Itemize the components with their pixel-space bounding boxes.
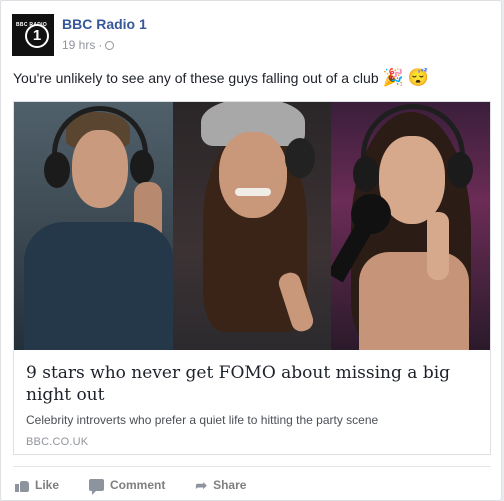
- link-preview[interactable]: 9 stars who never get FOMO about missing…: [13, 101, 491, 455]
- share-arrow-icon: ➦: [195, 477, 208, 493]
- link-headline[interactable]: 9 stars who never get FOMO about missing…: [26, 362, 478, 406]
- post-meta: 19 hrs ·: [62, 38, 115, 52]
- page-name-link[interactable]: BBC Radio 1: [62, 16, 147, 32]
- comment-label: Comment: [110, 478, 166, 492]
- link-description: Celebrity introverts who prefer a quiet …: [26, 413, 379, 427]
- facebook-post-card: BBC RADIO 1 BBC Radio 1 19 hrs · You're …: [0, 0, 502, 501]
- post-header: BBC RADIO 1 BBC Radio 1 19 hrs ·: [12, 14, 492, 58]
- link-preview-text[interactable]: 9 stars who never get FOMO about missing…: [14, 350, 490, 454]
- page-avatar[interactable]: BBC RADIO 1: [12, 14, 54, 56]
- photo-woman-in-beanie: [173, 102, 331, 350]
- sleeping-face-emoji: 😴: [407, 68, 429, 87]
- actions-divider: [13, 466, 491, 467]
- meta-separator: ·: [98, 38, 103, 52]
- globe-icon: [105, 40, 115, 50]
- post-timestamp[interactable]: 19 hrs: [62, 38, 95, 52]
- comment-bubble-icon: [89, 479, 105, 495]
- share-label: Share: [213, 478, 247, 492]
- avatar-number: 1: [32, 27, 42, 44]
- post-message: You're unlikely to see any of these guys…: [13, 69, 493, 87]
- party-popper-emoji: 🎉: [382, 68, 404, 87]
- link-preview-image[interactable]: [14, 102, 490, 350]
- photo-man-with-headphones: [14, 102, 173, 350]
- like-button[interactable]: Like: [15, 475, 59, 495]
- like-label: Like: [35, 478, 60, 492]
- thumbs-up-icon: [15, 479, 29, 492]
- post-actions-bar: Like Comment ➦ Share: [15, 475, 246, 495]
- photo-woman-singing: [331, 102, 490, 350]
- comment-button[interactable]: Comment: [89, 475, 165, 495]
- share-button[interactable]: ➦ Share: [195, 475, 246, 495]
- link-domain: BBC.CO.UK: [26, 436, 89, 448]
- avatar-ring: 1: [25, 24, 49, 48]
- post-message-text: You're unlikely to see any of these guys…: [13, 70, 379, 86]
